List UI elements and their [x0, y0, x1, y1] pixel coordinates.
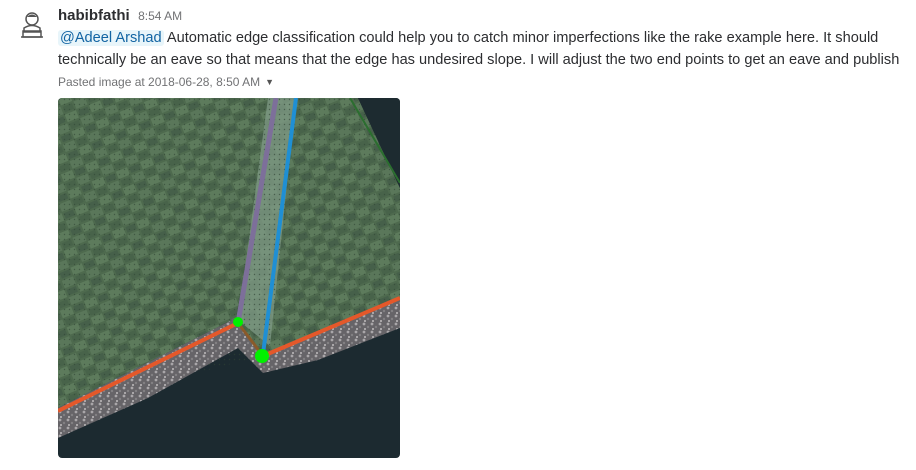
user-avatar-icon — [21, 12, 43, 38]
endpoint-marker-top — [233, 317, 243, 327]
attachment-meta: Pasted image at 2018-06-28, 8:50 AM ▼ — [58, 73, 912, 91]
caret-down-icon[interactable]: ▼ — [265, 73, 274, 91]
roof-point-cloud-image — [58, 98, 400, 458]
message-text: @Adeel Arshad Automatic edge classificat… — [58, 27, 912, 71]
chat-message: habibfathi 8:54 AM @Adeel Arshad Automat… — [0, 0, 916, 470]
username[interactable]: habibfathi — [58, 7, 130, 24]
avatar[interactable] — [17, 10, 47, 40]
endpoint-marker-bottom — [255, 349, 269, 363]
user-mention[interactable]: @Adeel Arshad — [58, 30, 164, 46]
message-content: Automatic edge classification could help… — [58, 30, 900, 68]
message-body: habibfathi 8:54 AM @Adeel Arshad Automat… — [58, 6, 912, 458]
attachment-label: Pasted image at 2018-06-28, 8:50 AM — [58, 75, 261, 89]
message-header: habibfathi 8:54 AM — [58, 6, 912, 26]
timestamp[interactable]: 8:54 AM — [138, 9, 182, 23]
pasted-image[interactable] — [58, 98, 400, 458]
